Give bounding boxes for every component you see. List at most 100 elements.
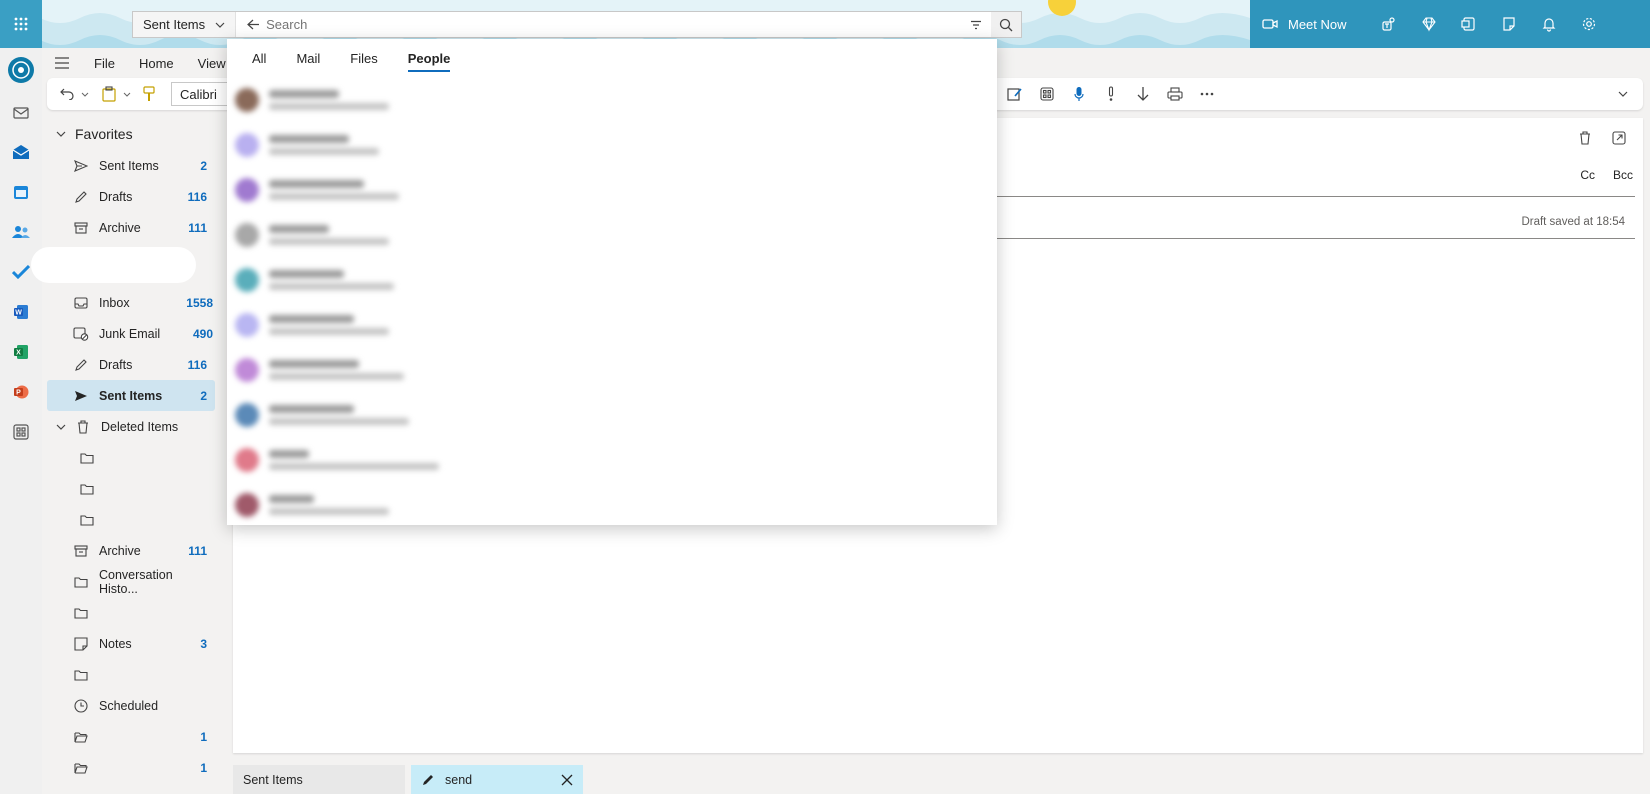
folder-icon [80, 452, 94, 464]
meet-now-button[interactable]: Meet Now [1262, 17, 1347, 32]
my-day-button[interactable] [1489, 0, 1529, 48]
bottom-tab-label: send [445, 772, 473, 787]
rail-excel[interactable]: X [0, 332, 42, 372]
teams-button[interactable] [1369, 0, 1409, 48]
person-suggestion[interactable] [227, 347, 997, 392]
folder-conversation-history[interactable]: Conversation Histo... [47, 566, 215, 597]
folder-inbox[interactable]: Inbox 1558 [47, 287, 215, 318]
favorite-drafts[interactable]: Drafts 116 [47, 181, 215, 212]
app-launcher-button[interactable] [0, 0, 42, 48]
premium-button[interactable] [1409, 0, 1449, 48]
notifications-button[interactable] [1529, 0, 1569, 48]
tab-all[interactable]: All [241, 39, 277, 77]
favorite-sent-items[interactable]: Sent Items 2 [47, 150, 215, 181]
rail-word[interactable]: W [0, 292, 42, 332]
search-scope-dropdown[interactable]: Sent Items [133, 12, 237, 37]
discard-button[interactable] [1571, 124, 1599, 152]
person-suggestion[interactable] [227, 302, 997, 347]
person-suggestion[interactable] [227, 167, 997, 212]
font-family-select[interactable]: Calibri [171, 82, 233, 106]
folder-count: 116 [187, 357, 207, 372]
format-painter-button[interactable] [135, 80, 163, 108]
folder-unnamed[interactable]: 1 [47, 721, 215, 752]
dictate-button[interactable] [1065, 80, 1093, 108]
chevron-down-icon [1618, 91, 1628, 97]
folder-notes[interactable]: Notes 3 [47, 628, 215, 659]
archive-icon [74, 544, 88, 557]
arrow-down-icon [1137, 87, 1149, 101]
folder-deleted-items[interactable]: Deleted Items [47, 411, 215, 442]
person-email-redacted [269, 462, 439, 470]
rail-powerpoint[interactable]: P [0, 372, 42, 412]
exclamation-icon [1108, 86, 1114, 101]
folder-unnamed[interactable]: 1 [47, 752, 215, 783]
undo-button[interactable] [53, 80, 81, 108]
send-icon [75, 390, 87, 401]
bottom-tab-draft[interactable]: send [411, 765, 583, 794]
favorite-archive[interactable]: Archive 111 [47, 212, 215, 243]
paste-button[interactable] [95, 80, 123, 108]
draft-status: Draft saved at 18:54 [1521, 216, 1625, 228]
meet-now-label: Meet Now [1288, 16, 1347, 32]
rail-mail[interactable] [0, 132, 42, 172]
more-options-button[interactable] [1193, 80, 1221, 108]
favorites-header[interactable]: Favorites [47, 118, 215, 150]
calendar-icon [14, 186, 28, 199]
person-suggestion[interactable] [227, 437, 997, 482]
bottom-tab-sent-items[interactable]: Sent Items [233, 765, 405, 794]
folder-unnamed[interactable] [47, 659, 215, 690]
cc-button[interactable]: Cc [1580, 168, 1595, 182]
folder-drafts[interactable]: Drafts 116 [47, 349, 215, 380]
search-filter-button[interactable] [961, 12, 991, 37]
person-email-redacted [269, 327, 389, 335]
powerpoint-icon: P [14, 385, 29, 399]
settings-button[interactable] [1569, 0, 1609, 48]
bcc-button[interactable]: Bcc [1613, 168, 1633, 182]
importance-high-button[interactable] [1097, 80, 1125, 108]
tab-home[interactable]: Home [127, 56, 186, 71]
person-suggestion[interactable] [227, 392, 997, 437]
waffle-icon [14, 17, 28, 31]
folder-scheduled[interactable]: Scheduled [47, 690, 215, 721]
ribbon-expand-button[interactable] [1609, 80, 1637, 108]
nav-toggle-button[interactable] [42, 57, 82, 69]
person-email-redacted [269, 147, 379, 155]
subfolder-unnamed[interactable] [47, 473, 215, 504]
folder-archive[interactable]: Archive 111 [47, 535, 215, 566]
search-input[interactable] [266, 17, 961, 32]
tab-files[interactable]: Files [339, 39, 388, 77]
search-button[interactable] [991, 12, 1021, 37]
folder-junk-email[interactable]: Junk Email 490 [47, 318, 215, 349]
tab-file[interactable]: File [82, 56, 127, 71]
pop-out-button[interactable] [1605, 124, 1633, 152]
signature-button[interactable] [1001, 80, 1029, 108]
rail-more-apps[interactable] [0, 412, 42, 452]
office-apps-button[interactable] [1449, 0, 1489, 48]
print-button[interactable] [1161, 80, 1189, 108]
person-suggestion[interactable] [227, 257, 997, 302]
account-header-redacted[interactable] [31, 247, 196, 283]
close-icon[interactable] [561, 774, 573, 786]
excel-icon: X [14, 345, 28, 359]
apps-button[interactable] [1033, 80, 1061, 108]
folder-label: Scheduled [99, 698, 159, 713]
tab-mail[interactable]: Mail [285, 39, 331, 77]
subfolder-unnamed[interactable] [47, 442, 215, 473]
rail-calendar[interactable] [0, 172, 42, 212]
person-suggestion[interactable] [227, 212, 997, 257]
teams-icon [1381, 17, 1395, 31]
rail-new-mail[interactable] [0, 92, 42, 132]
person-suggestion[interactable] [227, 77, 997, 122]
importance-low-button[interactable] [1129, 80, 1157, 108]
person-email-redacted [269, 372, 404, 380]
folder-sent-items[interactable]: Sent Items 2 [47, 380, 215, 411]
copilot-button[interactable] [0, 48, 42, 92]
folder-unnamed[interactable] [47, 597, 215, 628]
subfolder-unnamed[interactable] [47, 504, 215, 535]
tab-people[interactable]: People [397, 39, 462, 77]
search-back-button[interactable] [240, 19, 266, 30]
person-name-redacted [269, 314, 354, 323]
person-suggestion[interactable] [227, 122, 997, 167]
rail-people[interactable] [0, 212, 42, 252]
person-suggestion[interactable] [227, 482, 997, 527]
